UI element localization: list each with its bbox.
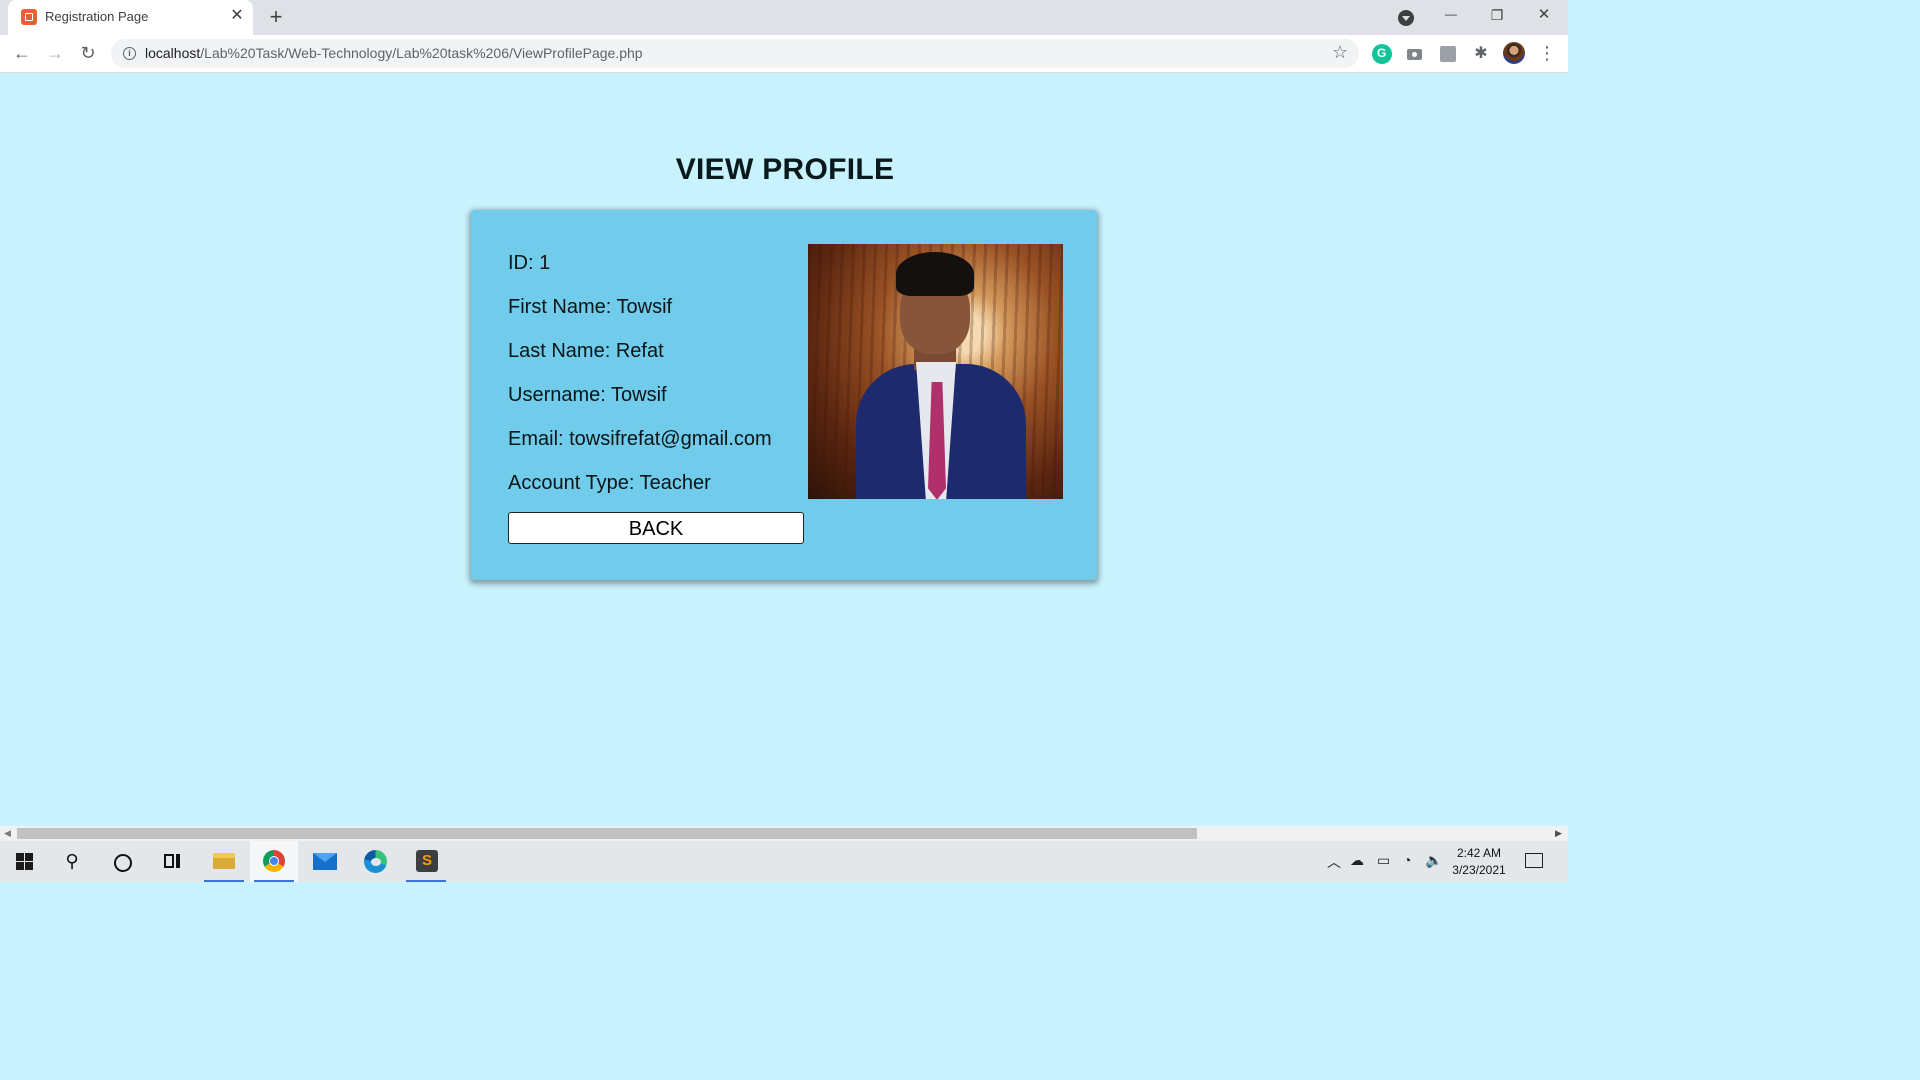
system-clock[interactable]: 2:42 AM 3/23/2021 (1446, 845, 1512, 879)
scroll-right-arrow-icon[interactable]: ▶ (1555, 828, 1562, 839)
extension-icon[interactable] (1438, 44, 1458, 64)
url-text[interactable]: localhost/Lab%20Task/Web-Technology/Lab%… (145, 45, 643, 61)
task-view-icon[interactable] (148, 841, 196, 882)
field-first-name: First Name: Towsif (508, 296, 673, 318)
sublime-text-icon[interactable] (402, 841, 450, 882)
camera-icon[interactable] (1405, 44, 1425, 64)
chrome-icon[interactable] (250, 841, 298, 882)
puzzle-icon[interactable]: ✱ (1471, 44, 1491, 64)
tab-title: Registration Page (45, 9, 149, 24)
file-explorer-icon[interactable] (200, 841, 248, 882)
tab-search-icon[interactable] (1398, 10, 1414, 26)
back-nav-icon[interactable]: ← (10, 41, 34, 65)
wifi-icon[interactable]: ◔ (1403, 852, 1411, 868)
address-bar[interactable]: i localhost/Lab%20Task/Web-Technology/La… (111, 39, 1359, 68)
profile-photo (808, 244, 1063, 499)
tab-strip: Registration Page ✕ + — ❐ ✕ (0, 0, 1568, 35)
clock-time: 2:42 AM (1456, 846, 1502, 860)
grammarly-icon[interactable] (1372, 44, 1392, 64)
back-button[interactable]: BACK (508, 512, 804, 544)
profile-avatar[interactable] (1503, 42, 1525, 64)
search-icon[interactable]: ⚲ (48, 841, 96, 882)
bookmark-star-icon[interactable]: ☆ (1332, 42, 1348, 63)
edge-icon[interactable] (351, 841, 399, 882)
mail-icon[interactable] (301, 841, 349, 882)
onedrive-icon[interactable]: ☁ (1350, 852, 1364, 869)
profile-card: ID: 1 First Name: Towsif Last Name: Refa… (471, 210, 1097, 580)
xampp-favicon-icon (21, 9, 37, 25)
window-minimize-button[interactable]: — (1428, 0, 1474, 32)
browser-toolbar: ← → ↻ i localhost/Lab%20Task/Web-Technol… (0, 35, 1568, 73)
url-host: localhost (145, 45, 201, 61)
browser-menu-icon[interactable]: ⋮ (1538, 42, 1556, 64)
field-account-type: Account Type: Teacher (508, 472, 711, 494)
field-id: ID: 1 (508, 252, 551, 274)
action-center-icon[interactable] (1525, 853, 1543, 868)
url-path: /Lab%20Task/Web-Technology/Lab%20task%20… (200, 45, 643, 61)
scroll-left-arrow-icon[interactable]: ◀ (4, 828, 11, 839)
page-title: VIEW PROFILE (675, 153, 895, 186)
new-tab-button[interactable]: + (264, 4, 288, 29)
windows-start-icon[interactable] (0, 841, 48, 882)
forward-nav-icon[interactable]: → (43, 41, 67, 65)
field-last-name: Last Name: Refat (508, 340, 664, 362)
scrollbar-thumb[interactable] (17, 828, 1197, 839)
show-hidden-icons-icon[interactable]: ︿ (1327, 852, 1341, 872)
battery-icon[interactable]: ▭ (1377, 852, 1390, 869)
browser-tab[interactable]: Registration Page ✕ (8, 0, 253, 35)
window-restore-button[interactable]: ❐ (1474, 0, 1520, 32)
info-icon[interactable]: i (123, 47, 136, 60)
cortana-icon[interactable] (98, 841, 146, 882)
tab-close-icon[interactable]: ✕ (228, 6, 246, 24)
field-username: Username: Towsif (508, 384, 667, 406)
photo-hair (896, 252, 974, 296)
horizontal-scrollbar[interactable]: ◀ ▶ (0, 826, 1568, 841)
volume-icon[interactable]: 🔈 (1425, 852, 1442, 869)
window-close-button[interactable]: ✕ (1521, 0, 1567, 32)
field-email: Email: towsifrefat@gmail.com (508, 428, 772, 450)
reload-icon[interactable]: ↻ (76, 41, 100, 65)
clock-date: 3/23/2021 (1452, 863, 1506, 877)
